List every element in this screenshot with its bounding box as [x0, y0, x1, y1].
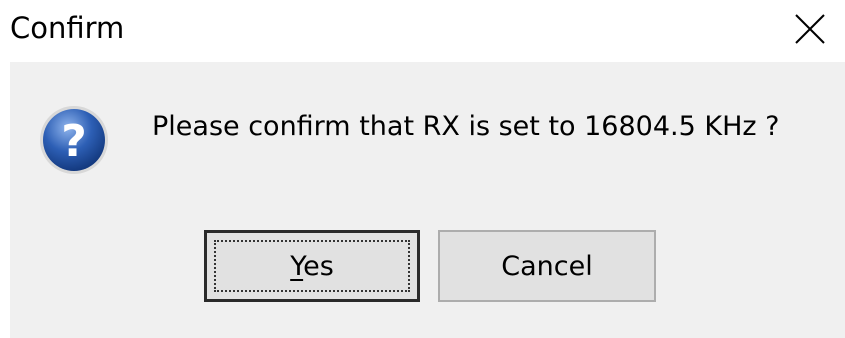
window-title: Confirm [10, 11, 125, 45]
focus-ring [214, 240, 410, 292]
confirm-dialog-window: Confirm ? Please confirm that RX is set … [0, 0, 845, 338]
question-icon: ? [38, 104, 110, 176]
dialog-message: Please confirm that RX is set to 16804.5… [152, 111, 780, 142]
close-icon [795, 14, 825, 44]
svg-text:?: ? [61, 116, 87, 167]
cancel-button[interactable]: Cancel [438, 230, 656, 302]
yes-button[interactable]: Yes [204, 230, 420, 302]
close-button[interactable] [775, 0, 845, 58]
dialog-body: ? Please confirm that RX is set to 16804… [10, 62, 845, 338]
cancel-button-label: Cancel [501, 250, 593, 282]
